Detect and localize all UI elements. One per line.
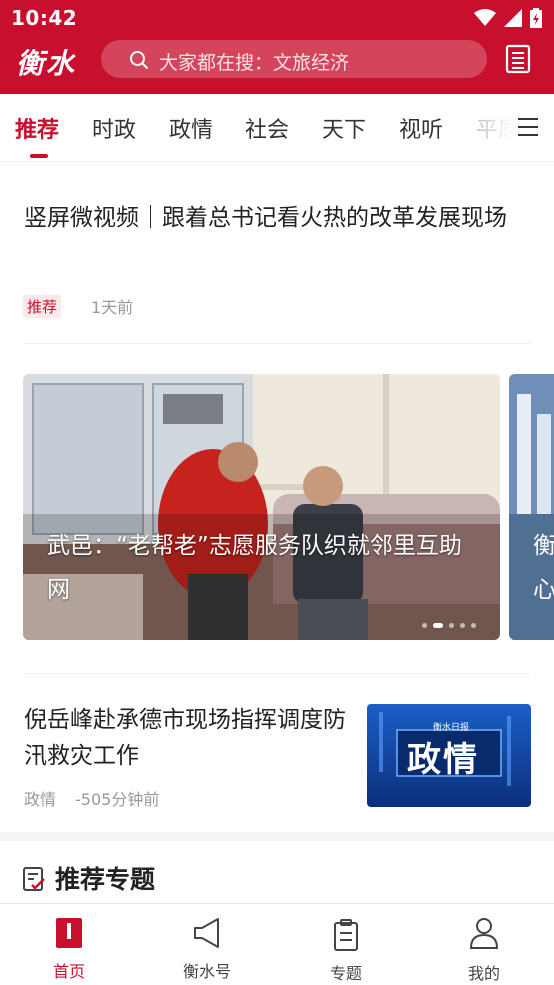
carousel-caption: 武邑：“老帮老”志愿服务队织就邻里互助网: [47, 533, 462, 603]
article-tag: 推荐: [23, 295, 62, 318]
wifi-icon: [474, 9, 496, 26]
tab-video[interactable]: 视听: [399, 112, 443, 144]
carousel-dot-active: [433, 623, 443, 628]
divider: [24, 673, 530, 674]
article-source: 政情: [24, 790, 57, 809]
status-icons: [474, 8, 542, 28]
bottom-nav: 首页 衡水号 专题 我的: [0, 903, 554, 984]
tab-recommend[interactable]: 推荐: [15, 112, 59, 144]
search-icon: [130, 51, 148, 69]
clipboard-icon: [334, 919, 358, 951]
nav-home[interactable]: 首页: [19, 904, 119, 985]
status-bar: 10:42: [0, 0, 554, 36]
article-title[interactable]: 倪岳峰赴承德市现场指挥调度防汛救灾工作: [24, 702, 354, 774]
app-header: 衡水 大家都在搜：文旅经济: [0, 36, 554, 94]
carousel-dot: [460, 623, 465, 628]
tab-active-indicator: [30, 154, 48, 158]
carousel-slide[interactable]: 武邑：“老帮老”志愿服务队织就邻里互助网: [23, 374, 500, 640]
article-time: -505分钟前: [75, 790, 160, 809]
carousel-dot: [449, 623, 454, 628]
status-time: 10:42: [11, 6, 78, 30]
nav-label: 衡水号: [182, 962, 231, 981]
category-tabs: 推荐 时政 政情 社会 天下 视听 平原: [0, 94, 554, 162]
tab-world[interactable]: 天下: [322, 112, 366, 144]
nav-topics[interactable]: 专题: [296, 904, 396, 985]
tab-politics[interactable]: 时政: [92, 112, 136, 144]
user-icon: [469, 918, 499, 949]
nav-mine[interactable]: 我的: [434, 904, 534, 985]
nav-label: 首页: [52, 962, 85, 981]
section-title: 推荐专题: [55, 865, 156, 894]
carousel-dots: [422, 623, 476, 628]
tab-gov-affairs[interactable]: 政情: [169, 112, 213, 144]
nav-label: 我的: [467, 964, 500, 983]
search-placeholder: 大家都在搜：文旅经济: [159, 52, 350, 74]
topic-list-icon: [23, 867, 45, 891]
article-time: 1天前: [91, 298, 134, 317]
app-logo[interactable]: 衡水: [16, 42, 76, 82]
battery-icon: [530, 8, 542, 28]
divider: [24, 343, 530, 344]
home-icon: [56, 918, 82, 948]
carousel-next-caption: 衡 心: [533, 533, 554, 603]
article-thumbnail[interactable]: 衡水日报 政情: [367, 704, 531, 807]
tab-fade: [464, 94, 554, 160]
search-bar[interactable]: 大家都在搜：文旅经济: [101, 40, 487, 78]
article-title[interactable]: 竖屏微视频｜跟着总书记看火热的改革发展现场: [24, 196, 529, 240]
megaphone-icon: [194, 918, 219, 948]
carousel-next-slide[interactable]: 衡 心: [509, 374, 554, 640]
menu-icon[interactable]: [516, 116, 540, 138]
section-gap: [0, 832, 554, 841]
nav-hengshui-account[interactable]: 衡水号: [157, 904, 257, 985]
nav-label: 专题: [329, 964, 362, 983]
carousel-dot: [422, 623, 427, 628]
carousel-dot: [471, 623, 476, 628]
newspaper-icon[interactable]: [505, 44, 531, 74]
cell-signal-icon: [504, 9, 522, 27]
thumbnail-text: 政情: [407, 740, 479, 780]
tab-society[interactable]: 社会: [245, 112, 289, 144]
